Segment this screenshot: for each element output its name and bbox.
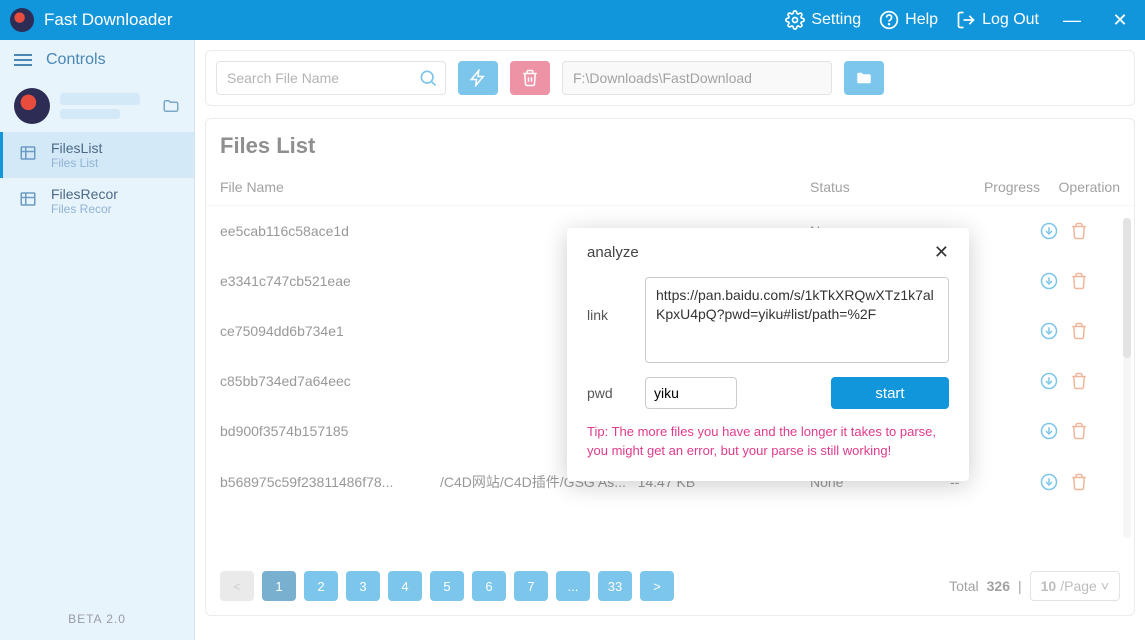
close-window-button[interactable]: ✕ [1105,10,1135,31]
table-icon [17,188,39,210]
user-name-blurred [60,93,140,105]
nav-sub: Files Recor [51,202,118,216]
pwd-label: pwd [587,385,627,401]
user-row [0,80,194,132]
help-button[interactable]: Help [879,10,938,30]
table-icon [17,142,39,164]
nav-sub: Files List [51,156,102,170]
link-label: link [587,307,627,323]
modal-tip: Tip: The more files you have and the lon… [587,423,949,461]
help-label: Help [905,11,938,29]
app-title: Fast Downloader [44,10,173,30]
start-button[interactable]: start [831,377,949,409]
analyze-modal: analyze ✕ link pwd start Tip: The more f… [567,228,969,481]
sidebar-item-fileslist[interactable]: FilesList Files List [0,132,194,178]
app-logo [10,8,34,32]
logout-label: Log Out [982,11,1039,29]
nav-title: FilesList [51,140,102,156]
setting-label: Setting [811,11,861,29]
folder-icon[interactable] [162,97,180,115]
help-icon [879,10,899,30]
beta-label: BETA 2.0 [0,598,194,640]
close-icon[interactable]: ✕ [934,242,949,263]
link-input[interactable] [645,277,949,363]
menu-icon[interactable] [14,54,32,66]
titlebar: Fast Downloader Setting Help Log Out — ✕ [0,0,1145,40]
sidebar-item-filesrecor[interactable]: FilesRecor Files Recor [0,178,194,224]
user-sub-blurred [60,109,120,119]
sidebar-heading: Controls [46,51,106,69]
gear-icon [785,10,805,30]
logout-icon [956,10,976,30]
avatar [14,88,50,124]
pwd-input[interactable] [645,377,737,409]
content-area: Files List File Name Status Progress Ope… [195,40,1145,640]
modal-title: analyze [587,244,639,261]
minimize-button[interactable]: — [1057,10,1087,31]
sidebar: Controls FilesList Files List [0,40,195,640]
logout-button[interactable]: Log Out [956,10,1039,30]
nav-title: FilesRecor [51,186,118,202]
setting-button[interactable]: Setting [785,10,861,30]
